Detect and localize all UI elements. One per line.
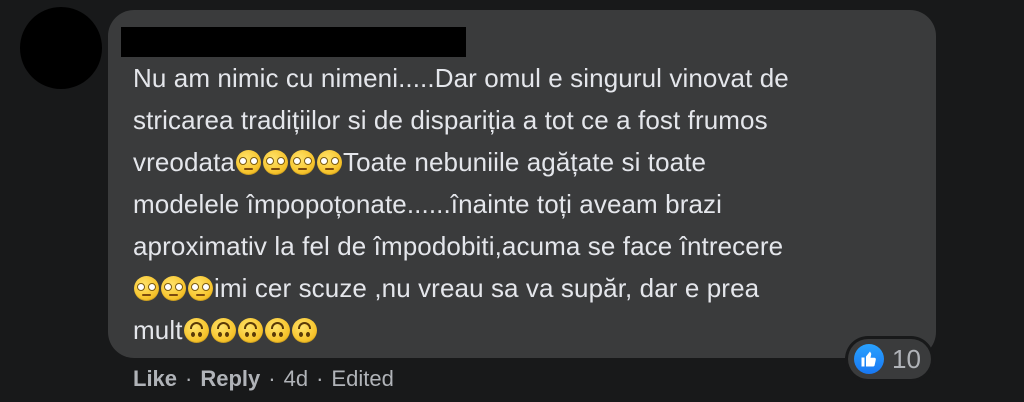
comment-line: mult bbox=[133, 309, 913, 351]
timestamp[interactable]: 4d bbox=[284, 366, 308, 392]
comment-line: imi cer scuze ,nu vreau sa va supăr, dar… bbox=[133, 267, 913, 309]
comment-text-segment: imi cer scuze ,nu vreau sa va supăr, dar… bbox=[214, 273, 760, 303]
comment-line: stricarea tradițiilor si de dispariția a… bbox=[133, 99, 913, 141]
comment-line: aproximativ la fel de împodobiti,acuma s… bbox=[133, 225, 913, 267]
comment-line: Nu am nimic cu nimeni.....Dar omul e sin… bbox=[133, 57, 913, 99]
thumbs-up-icon bbox=[854, 344, 884, 374]
comment-text-segment: aproximativ la fel de împodobiti,acuma s… bbox=[133, 231, 784, 261]
comment-line: vreodata Toate nebuniile agățate si toate bbox=[133, 141, 913, 183]
reaction-count: 10 bbox=[892, 343, 921, 374]
comment-text-segment: modelele împopoțonate......înainte toți … bbox=[133, 189, 722, 219]
comment-text-segment: stricarea tradițiilor si de dispariția a… bbox=[133, 105, 768, 135]
like-button[interactable]: Like bbox=[133, 366, 177, 392]
edited-label[interactable]: Edited bbox=[331, 366, 393, 392]
author-name-redacted[interactable] bbox=[121, 27, 466, 57]
comment-text-segment: mult bbox=[133, 315, 183, 345]
upside-down-face-icon bbox=[210, 318, 236, 343]
comment-actions: Like · Reply · 4d · Edited bbox=[133, 364, 394, 394]
comment-text-segment: Nu am nimic cu nimeni.....Dar omul e sin… bbox=[133, 63, 789, 93]
comment-container: Nu am nimic cu nimeni.....Dar omul e sin… bbox=[0, 0, 1024, 402]
flushed-face-icon bbox=[188, 276, 213, 301]
comment-text-segment: Toate nebuniile agățate si toate bbox=[342, 147, 707, 177]
separator-dot: · bbox=[185, 366, 193, 391]
flushed-face-icon bbox=[161, 276, 186, 301]
flushed-face-icon bbox=[262, 150, 288, 175]
separator-dot: · bbox=[268, 366, 276, 391]
comment-line: modelele împopoțonate......înainte toți … bbox=[133, 183, 913, 225]
separator-dot: · bbox=[316, 366, 324, 391]
reply-button[interactable]: Reply bbox=[200, 366, 260, 392]
flushed-face-icon bbox=[134, 276, 159, 301]
upside-down-face-icon bbox=[264, 318, 290, 343]
upside-down-face-icon bbox=[183, 318, 209, 343]
upside-down-face-icon bbox=[291, 318, 317, 343]
flushed-face-icon bbox=[289, 150, 315, 175]
avatar[interactable] bbox=[20, 7, 102, 89]
flushed-face-icon bbox=[316, 150, 342, 175]
comment-text-segment: vreodata bbox=[133, 147, 235, 177]
comment-text: Nu am nimic cu nimeni.....Dar omul e sin… bbox=[133, 57, 913, 351]
flushed-face-icon bbox=[235, 150, 261, 175]
upside-down-face-icon bbox=[237, 318, 263, 343]
reaction-summary[interactable]: 10 bbox=[848, 339, 931, 379]
